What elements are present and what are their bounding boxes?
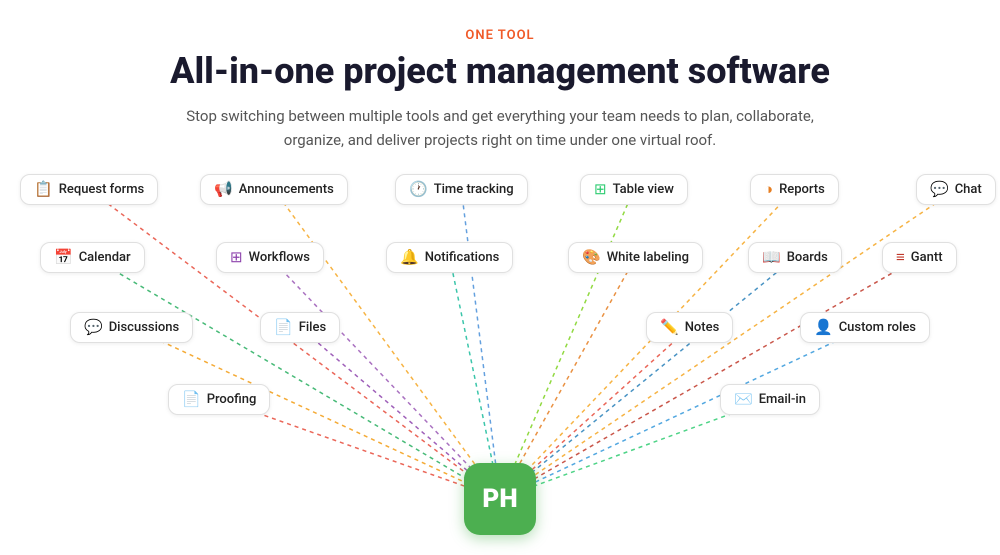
chip-files[interactable]: 📄 Files xyxy=(260,312,340,343)
chip-custom-roles[interactable]: 👤 Custom roles xyxy=(800,312,930,343)
proofing-label: Proofing xyxy=(207,392,257,407)
chips-area: 📋 Request forms 📢 Announcements 🕐 Time tracki… xyxy=(20,174,980,545)
chip-discussions[interactable]: 💬 Discussions xyxy=(70,312,193,343)
chip-announcements[interactable]: 📢 Announcements xyxy=(200,174,348,205)
chip-chat[interactable]: 💬 Chat xyxy=(916,174,996,205)
page: ONE TOOL All-in-one project management s… xyxy=(0,0,1000,555)
ph-logo: PH xyxy=(464,463,536,535)
notes-icon: ✏️ xyxy=(660,320,679,335)
workflows-icon: ⊞ xyxy=(230,250,243,265)
proofing-icon: 📄 xyxy=(182,392,201,407)
chip-workflows[interactable]: ⊞ Workflows xyxy=(216,242,324,273)
files-icon: 📄 xyxy=(274,320,293,335)
announcements-label: Announcements xyxy=(239,182,334,197)
chip-time-tracking[interactable]: 🕐 Time tracking xyxy=(395,174,528,205)
files-label: Files xyxy=(299,320,326,335)
boards-label: Boards xyxy=(787,250,828,265)
custom-roles-icon: 👤 xyxy=(814,320,833,335)
chip-notes[interactable]: ✏️ Notes xyxy=(646,312,733,343)
time-tracking-icon: 🕐 xyxy=(409,182,428,197)
page-subtitle: Stop switching between multiple tools an… xyxy=(180,104,820,152)
chip-white-labeling[interactable]: 🎨 White labeling xyxy=(568,242,703,273)
discussions-icon: 💬 xyxy=(84,320,103,335)
time-tracking-label: Time tracking xyxy=(434,182,514,197)
eyebrow-label: ONE TOOL xyxy=(465,28,534,43)
chip-calendar[interactable]: 📅 Calendar xyxy=(40,242,145,273)
white-labeling-label: White labeling xyxy=(607,250,689,265)
table-view-label: Table view xyxy=(613,182,674,197)
chip-request-forms[interactable]: 📋 Request forms xyxy=(20,174,158,205)
announcements-icon: 📢 xyxy=(214,182,233,197)
email-in-label: Email-in xyxy=(759,392,806,407)
reports-label: Reports xyxy=(779,182,825,197)
boards-icon: 📖 xyxy=(762,250,781,265)
notifications-icon: 🔔 xyxy=(400,250,419,265)
chip-table-view[interactable]: ⊞ Table view xyxy=(580,174,688,205)
chip-gantt[interactable]: ≡ Gantt xyxy=(882,242,957,273)
custom-roles-label: Custom roles xyxy=(839,320,916,335)
chip-boards[interactable]: 📖 Boards xyxy=(748,242,842,273)
gantt-icon: ≡ xyxy=(896,250,905,265)
gantt-label: Gantt xyxy=(911,250,943,265)
ph-logo-text: PH xyxy=(482,484,517,514)
discussions-label: Discussions xyxy=(109,320,180,335)
chat-icon: 💬 xyxy=(930,182,949,197)
chip-email-in[interactable]: ✉️ Email-in xyxy=(720,384,820,415)
reports-icon: ◑ xyxy=(764,182,773,197)
request-forms-label: Request forms xyxy=(59,182,145,197)
notes-label: Notes xyxy=(685,320,720,335)
request-forms-icon: 📋 xyxy=(34,182,53,197)
notifications-label: Notifications xyxy=(425,250,500,265)
chip-reports[interactable]: ◑ Reports xyxy=(750,174,839,205)
calendar-label: Calendar xyxy=(79,250,131,265)
workflows-label: Workflows xyxy=(249,250,310,265)
chat-label: Chat xyxy=(955,182,982,197)
page-title: All-in-one project management software xyxy=(170,51,830,92)
white-labeling-icon: 🎨 xyxy=(582,250,601,265)
chip-proofing[interactable]: 📄 Proofing xyxy=(168,384,270,415)
calendar-icon: 📅 xyxy=(54,250,73,265)
chip-notifications[interactable]: 🔔 Notifications xyxy=(386,242,513,273)
table-view-icon: ⊞ xyxy=(594,182,607,197)
email-in-icon: ✉️ xyxy=(734,392,753,407)
